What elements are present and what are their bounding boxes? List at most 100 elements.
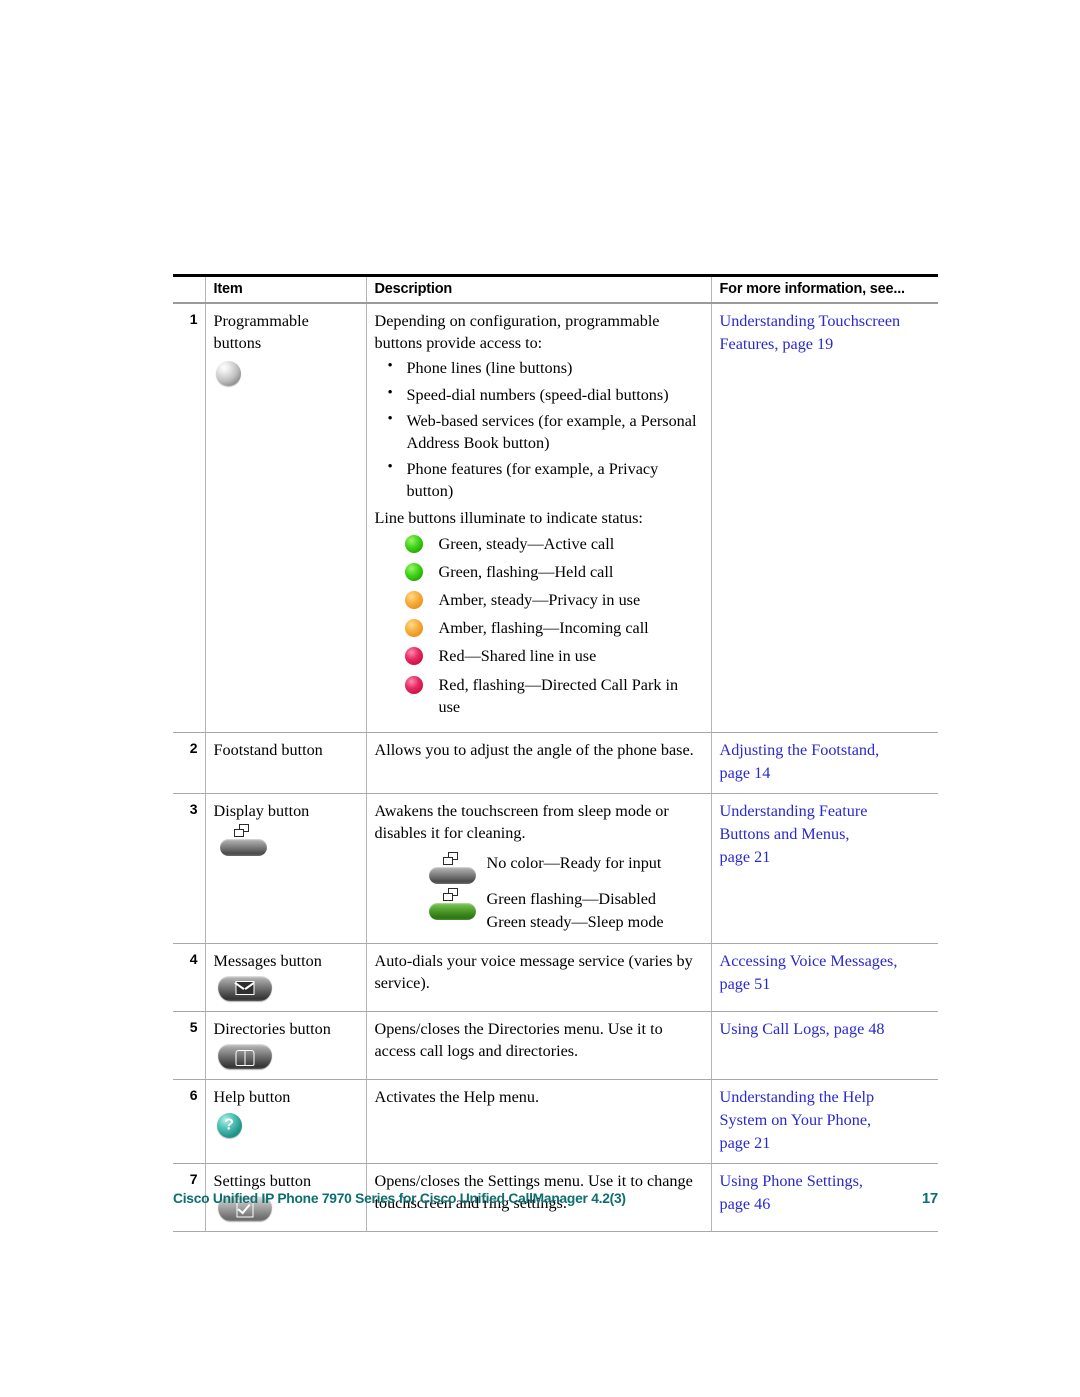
row-number: 6: [173, 1079, 206, 1165]
row-description-cell: Depending on configuration, programmable…: [366, 303, 712, 733]
row-more-info-cell: Understanding the Help System on Your Ph…: [711, 1079, 938, 1165]
item-label: Display button: [213, 802, 310, 820]
led-green-icon: [404, 562, 423, 581]
led-amber-icon: [404, 591, 423, 610]
cross-reference-link-cont[interactable]: Buttons and Menus,: [720, 823, 931, 846]
open-book-icon: [235, 1049, 254, 1066]
column-header-item: Item: [205, 274, 367, 304]
row-number: 5: [173, 1011, 206, 1081]
table-header-row: Item Description For more information, s…: [173, 274, 938, 304]
row-description-cell: Activates the Help menu.: [366, 1079, 712, 1165]
list-item: Phone features (for example, a Privacy b…: [375, 457, 703, 502]
cross-reference-link[interactable]: Understanding Feature: [720, 800, 931, 823]
table-row: 3 Display button Awakens the touchscreen…: [173, 793, 938, 944]
overlapping-squares-icon: [442, 888, 459, 902]
description-text: Activates the Help menu.: [374, 1088, 540, 1107]
led-label: Red, flashing—Directed Call Park in use: [438, 675, 679, 716]
footer-title: Cisco Unified IP Phone 7970 Series for C…: [173, 1191, 626, 1206]
row-description-cell: Awakens the touchscreen from sleep mode …: [366, 793, 712, 944]
row-item-cell: Help button ?: [205, 1079, 367, 1165]
list-item: Speed-dial numbers (speed-dial buttons): [375, 383, 703, 406]
spec-table-wrapper: Item Description For more information, s…: [173, 274, 938, 1233]
item-label: Messages button: [213, 951, 322, 970]
cross-reference-page[interactable]: page 21: [720, 846, 931, 869]
cross-reference-page[interactable]: page 51: [720, 973, 931, 996]
led-label: Amber, steady—Privacy in use: [438, 591, 641, 610]
row-number: 2: [173, 732, 206, 794]
table-row: 1 Programmable buttons Depending on conf…: [173, 303, 938, 733]
overlapping-squares-icon: [233, 824, 250, 838]
list-item: Amber, steady—Privacy in use: [375, 589, 703, 611]
cross-reference-link[interactable]: Understanding Touchscreen Features, page…: [720, 310, 931, 356]
description-text: Opens/closes the Directories menu. Use i…: [374, 1019, 663, 1061]
column-header-description: Description: [366, 274, 712, 304]
row-more-info-cell: Understanding Feature Buttons and Menus,…: [711, 793, 938, 944]
row-item-cell: Directories button: [205, 1011, 367, 1081]
cross-reference-link[interactable]: Understanding the Help: [720, 1086, 931, 1109]
cross-reference-link[interactable]: Accessing Voice Messages,: [720, 950, 931, 973]
list-item: Green flashing—Disabled Green steady—Sle…: [375, 888, 703, 932]
led-label: Green, flashing—Held call: [438, 562, 614, 581]
display-pill-gray-icon: [428, 852, 479, 885]
column-header-number: [173, 274, 206, 304]
pill-gray: [428, 867, 476, 885]
row-description-cell: Opens/closes the Directories menu. Use i…: [366, 1011, 712, 1081]
display-button-pill-icon: [219, 824, 358, 857]
phone-buttons-table: Item Description For more information, s…: [173, 274, 938, 1233]
list-item: Red, flashing—Directed Call Park in use: [375, 674, 703, 718]
row-more-info-cell: Understanding Touchscreen Features, page…: [711, 303, 938, 733]
led-label: Red—Shared line in use: [438, 647, 597, 666]
row-item-cell: Display button: [205, 793, 367, 944]
cross-reference-page[interactable]: page 21: [720, 1132, 931, 1155]
list-item: Red—Shared line in use: [375, 645, 703, 667]
table-row: 6 Help button ? Activates the Help menu.…: [173, 1079, 938, 1165]
column-header-more-info: For more information, see...: [711, 274, 938, 304]
item-label: Directories button: [213, 1019, 331, 1038]
row-description-cell: Auto-dials your voice message service (v…: [366, 943, 712, 1012]
list-item: Green, flashing—Held call: [375, 561, 703, 583]
document-page: Item Description For more information, s…: [0, 0, 1080, 1397]
table-row: 5 Directories button Opens/closes the Di…: [173, 1011, 938, 1081]
row-item-cell: Messages button: [205, 943, 367, 1012]
led-label: Amber, flashing—Incoming call: [438, 619, 649, 638]
indicator-label: Green flashing—Disabled Green steady—Sle…: [486, 890, 664, 931]
row-more-info-cell: Accessing Voice Messages, page 51: [711, 943, 938, 1012]
help-question-icon: ?: [216, 1113, 242, 1139]
directories-book-icon: [217, 1044, 272, 1070]
access-bullet-list: Phone lines (line buttons) Speed-dial nu…: [375, 356, 703, 502]
table-row: 4 Messages button Auto-dials your voice …: [173, 943, 938, 1012]
overlapping-squares-icon: [442, 852, 459, 866]
envelope-icon: [235, 981, 254, 996]
list-item: No color—Ready for input: [375, 852, 703, 886]
cross-reference-link[interactable]: Adjusting the Footstand,: [720, 739, 931, 762]
row-more-info-cell: Adjusting the Footstand, page 14: [711, 732, 938, 794]
led-green-icon: [404, 534, 423, 553]
cross-reference-link-cont[interactable]: System on Your Phone,: [720, 1109, 931, 1132]
list-item: Amber, flashing—Incoming call: [375, 617, 703, 639]
description-lead: Depending on configuration, programmable…: [374, 312, 660, 353]
row-number: 4: [173, 943, 206, 1012]
programmable-button-sphere-icon: [215, 361, 241, 387]
cross-reference-link[interactable]: Using Call Logs, page 48: [720, 1018, 931, 1041]
list-item: Phone lines (line buttons): [375, 356, 703, 379]
row-number: 1: [173, 303, 206, 733]
display-pill-green-icon: [428, 888, 479, 921]
row-description-cell: Allows you to adjust the angle of the ph…: [366, 732, 712, 794]
row-number: 3: [173, 793, 206, 944]
description-text: Allows you to adjust the angle of the ph…: [374, 741, 694, 759]
led-status-list: Green, steady—Active call Green, flashin…: [375, 533, 703, 718]
table-row: 2 Footstand button Allows you to adjust …: [173, 732, 938, 794]
cross-reference-page[interactable]: page 14: [720, 762, 931, 785]
row-item-cell: Programmable buttons: [205, 303, 367, 733]
item-label: Footstand button: [213, 741, 323, 759]
list-item: Web-based services (for example, a Perso…: [375, 409, 703, 454]
list-item: Green, steady—Active call: [375, 533, 703, 555]
led-red-icon: [404, 647, 423, 666]
messages-envelope-icon: [217, 975, 272, 1001]
description-text: Auto-dials your voice message service (v…: [374, 951, 693, 992]
page-footer: Cisco Unified IP Phone 7970 Series for C…: [173, 1190, 938, 1207]
indicator-label: No color—Ready for input: [486, 854, 662, 873]
status-lead: Line buttons illuminate to indicate stat…: [374, 508, 643, 527]
item-label: Settings button: [213, 1172, 312, 1191]
pill-green: [428, 903, 476, 921]
